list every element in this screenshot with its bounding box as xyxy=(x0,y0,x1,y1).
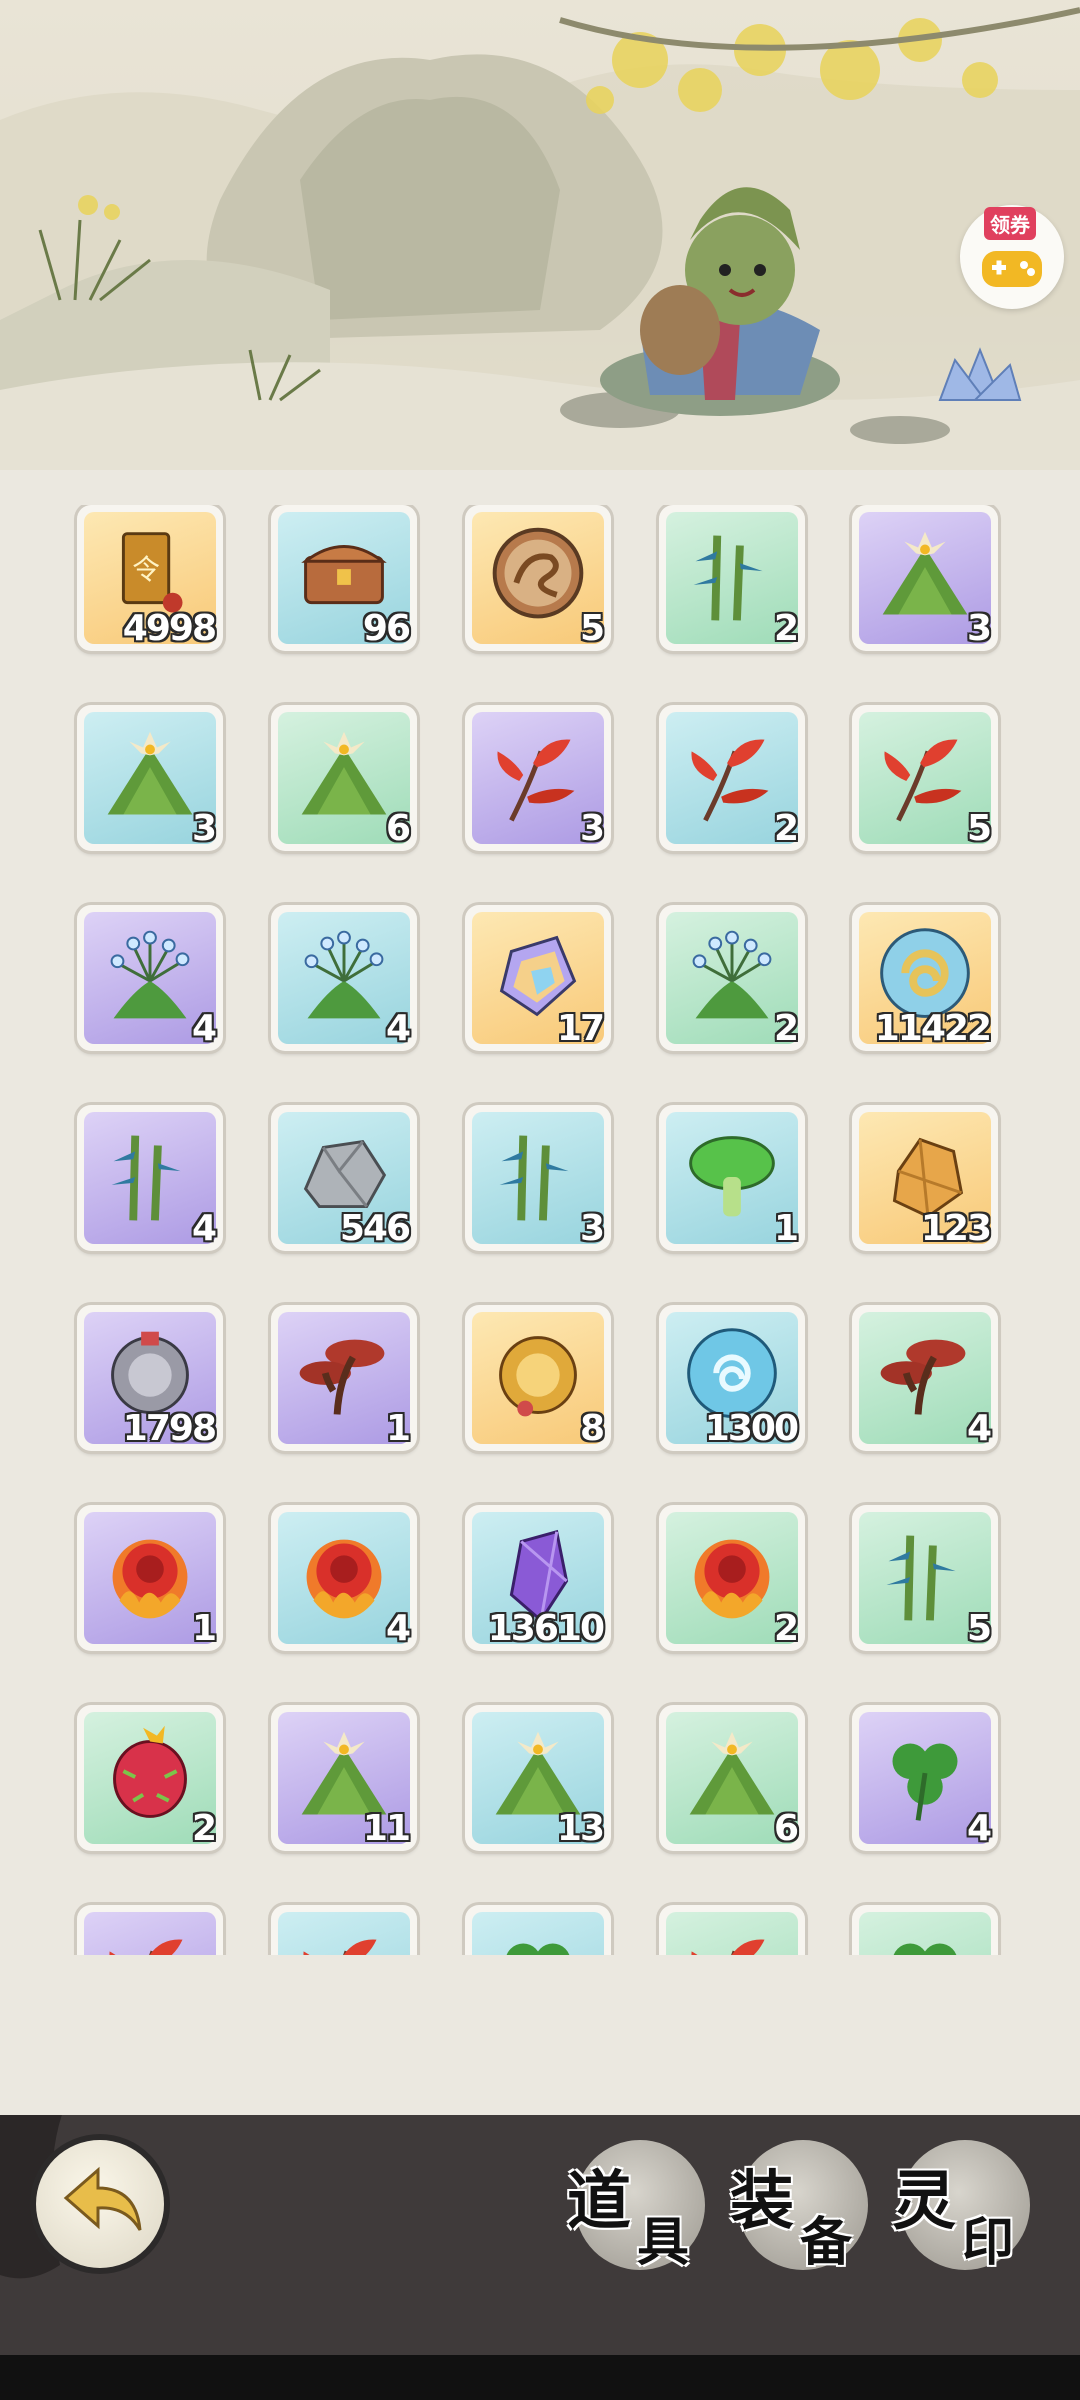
inventory-slot[interactable]: 3 xyxy=(852,505,998,651)
inventory-slot[interactable]: 6 xyxy=(659,1705,805,1851)
item-count: 96 xyxy=(362,608,411,649)
tab-seals-label-2: 印 xyxy=(962,2212,1015,2273)
inventory-slot[interactable]: 令 4998 xyxy=(77,505,223,651)
inventory-slot[interactable]: 6 xyxy=(271,705,417,851)
coupon-label: 领券 xyxy=(984,207,1036,240)
inventory-slot[interactable]: 4 xyxy=(852,1705,998,1851)
inventory-grid: 令 4998 96 5 2 3 3 6 3 2 5 4 4 17 2 11422 4 546 3 1 123 1798 1 8… xyxy=(0,505,1080,1955)
inventory-slot[interactable]: 3 xyxy=(465,1105,611,1251)
inventory-slot[interactable]: 2 xyxy=(659,905,805,1051)
item-count: 4 xyxy=(966,1808,992,1849)
inventory-slot[interactable]: 4 xyxy=(852,1305,998,1451)
header-illustration xyxy=(0,0,1080,470)
item-count: 3 xyxy=(579,1208,605,1249)
item-count: 4 xyxy=(191,1208,217,1249)
item-count: 4 xyxy=(191,1008,217,1049)
inventory-slot[interactable]: 5 xyxy=(852,705,998,851)
item-count: 4 xyxy=(385,1608,411,1649)
item-count: 6 xyxy=(385,808,411,849)
inventory-slot[interactable] xyxy=(465,1905,611,1955)
inventory-slot[interactable]: 11 xyxy=(271,1705,417,1851)
item-count: 1 xyxy=(385,1408,411,1449)
item-count: 13610 xyxy=(487,1608,605,1649)
inventory-slot[interactable]: 3 xyxy=(77,705,223,851)
inventory-slot[interactable]: 1300 xyxy=(659,1305,805,1451)
item-count: 546 xyxy=(339,1208,411,1249)
item-count: 4998 xyxy=(122,608,217,649)
inventory-slot[interactable]: 3 xyxy=(465,705,611,851)
item-count: 4 xyxy=(966,1408,992,1449)
inventory-slot[interactable]: 1798 xyxy=(77,1305,223,1451)
item-count: 11 xyxy=(362,1808,411,1849)
inventory-slot[interactable]: 2 xyxy=(77,1705,223,1851)
inventory-slot[interactable]: 4 xyxy=(77,1105,223,1251)
tab-items-label-1: 道 xyxy=(567,2164,631,2239)
tab-items-label-2: 具 xyxy=(637,2212,690,2273)
inventory-slot[interactable] xyxy=(852,1905,998,1955)
inventory-slot[interactable] xyxy=(659,1905,805,1955)
inventory-slot[interactable] xyxy=(77,1905,223,1955)
item-count: 1 xyxy=(191,1608,217,1649)
inventory-slot[interactable]: 13 xyxy=(465,1705,611,1851)
inventory-slot[interactable]: 2 xyxy=(659,505,805,651)
item-count: 6 xyxy=(773,1808,799,1849)
back-button[interactable] xyxy=(36,2140,164,2268)
svg-text:令: 令 xyxy=(132,553,160,586)
item-count: 2 xyxy=(191,1808,217,1849)
inventory-slot[interactable]: 1 xyxy=(659,1105,805,1251)
clover-icon xyxy=(893,1943,957,1955)
inventory-slot[interactable]: 5 xyxy=(465,505,611,651)
inventory-slot[interactable]: 1 xyxy=(77,1505,223,1651)
item-count: 2 xyxy=(773,608,799,649)
red-leaf-icon xyxy=(109,1939,183,1955)
item-count: 2 xyxy=(773,1608,799,1649)
tab-seals-label-1: 灵 xyxy=(892,2164,956,2239)
item-count: 4 xyxy=(385,1008,411,1049)
inventory-slot[interactable]: 8 xyxy=(465,1305,611,1451)
item-count: 5 xyxy=(966,808,992,849)
item-count: 17 xyxy=(556,1008,605,1049)
landscape-art xyxy=(0,7,1080,470)
tab-equipment[interactable]: 装 备 xyxy=(730,2140,868,2273)
inventory-slot[interactable]: 2 xyxy=(659,1505,805,1651)
inventory-slot[interactable]: 123 xyxy=(852,1105,998,1251)
inventory-slot[interactable]: 5 xyxy=(852,1505,998,1651)
item-count: 2 xyxy=(773,808,799,849)
inventory-slot[interactable]: 11422 xyxy=(852,905,998,1051)
inventory-slot[interactable]: 2 xyxy=(659,705,805,851)
back-arrow-icon xyxy=(63,2166,142,2231)
item-count: 123 xyxy=(920,1208,992,1249)
item-count: 11422 xyxy=(874,1008,992,1049)
red-leaf-icon xyxy=(691,1939,765,1955)
inventory-slot[interactable]: 546 xyxy=(271,1105,417,1251)
item-count: 1300 xyxy=(704,1408,799,1449)
tab-equipment-label-1: 装 xyxy=(730,2164,794,2239)
item-count: 8 xyxy=(579,1408,605,1449)
item-count: 3 xyxy=(966,608,992,649)
inventory-slot[interactable]: 1 xyxy=(271,1305,417,1451)
inventory-slot[interactable]: 4 xyxy=(77,905,223,1051)
inventory-slot[interactable]: 4 xyxy=(271,1505,417,1651)
item-count: 1798 xyxy=(122,1408,217,1449)
coupon-button[interactable]: 领券 xyxy=(960,205,1064,309)
tab-equipment-label-2: 备 xyxy=(800,2212,853,2273)
item-count: 3 xyxy=(191,808,217,849)
item-count: 3 xyxy=(579,808,605,849)
item-count: 5 xyxy=(966,1608,992,1649)
inventory-slot[interactable]: 4 xyxy=(271,905,417,1051)
tab-seals[interactable]: 灵 印 xyxy=(892,2140,1030,2273)
inventory-slot[interactable] xyxy=(271,1905,417,1955)
item-count: 2 xyxy=(773,1008,799,1049)
inventory-slot[interactable]: 17 xyxy=(465,905,611,1051)
item-count: 5 xyxy=(579,608,605,649)
clover-icon xyxy=(506,1943,570,1955)
item-count: 1 xyxy=(773,1208,799,1249)
inventory-slot[interactable]: 13610 xyxy=(465,1505,611,1651)
item-count: 13 xyxy=(556,1808,605,1849)
inventory-slot[interactable]: 96 xyxy=(271,505,417,651)
red-leaf-icon xyxy=(303,1939,377,1955)
system-nav-strip xyxy=(0,2355,1080,2400)
tab-items[interactable]: 道 具 xyxy=(567,2140,705,2273)
